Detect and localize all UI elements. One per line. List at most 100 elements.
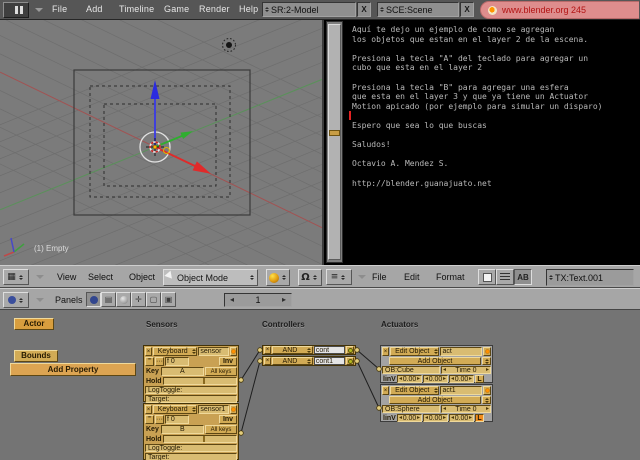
all-keys-button[interactable]: All keys: [205, 425, 237, 434]
menu-text-format[interactable]: Format: [436, 272, 465, 282]
step-up-icon[interactable]: ▸: [469, 376, 472, 382]
linv-x-field[interactable]: ◂ 0.00 ▸: [397, 375, 422, 383]
collapse-sensor-button[interactable]: [230, 405, 237, 414]
sensor-type-dropdown[interactable]: Keyboard: [153, 405, 198, 414]
collapse-sensor-button[interactable]: [230, 347, 237, 356]
menu-text-file[interactable]: File: [372, 272, 387, 282]
sensor-name-field[interactable]: sensor1: [198, 405, 229, 414]
delete-controller-button[interactable]: ×: [264, 357, 271, 365]
sensor-out-socket[interactable]: [238, 377, 244, 383]
menu-object[interactable]: Object: [129, 272, 155, 282]
mode-dropdown-button[interactable]: [482, 357, 491, 365]
menu-help[interactable]: Help: [239, 4, 258, 14]
pulse-true-button[interactable]: ''': [145, 357, 154, 366]
linv-y-field[interactable]: ◂ 0.00 ▸: [423, 414, 448, 422]
collapse-actuator-button[interactable]: [483, 347, 491, 356]
frame-next-icon[interactable]: ▸: [282, 296, 286, 304]
edit-object-mode-dropdown[interactable]: Add Object: [389, 357, 481, 365]
step-up-icon[interactable]: ▸: [469, 415, 472, 421]
menu-view[interactable]: View: [57, 272, 76, 282]
sensor-name-field[interactable]: sensor: [198, 347, 229, 356]
panel-tab-scene[interactable]: ▣: [161, 292, 176, 307]
key-field[interactable]: A: [160, 367, 204, 376]
window-type-button-3d[interactable]: ▦: [3, 269, 29, 285]
mode-selector[interactable]: Object Mode: [163, 269, 258, 286]
text-datablock-selector[interactable]: TX:Text.001: [546, 269, 634, 286]
hold-field[interactable]: [163, 377, 237, 385]
actuator-type-dropdown[interactable]: Edit Object: [390, 347, 440, 356]
menu-timeline[interactable]: Timeline: [119, 4, 154, 14]
step-down-icon[interactable]: ◂: [399, 415, 402, 421]
panel-tab-object[interactable]: ✛: [131, 292, 146, 307]
menu-select[interactable]: Select: [88, 272, 113, 282]
step-down-icon[interactable]: ◂: [451, 376, 454, 382]
scene-selector[interactable]: SCE:Scene: [377, 2, 459, 17]
target-field[interactable]: Target:: [145, 395, 237, 403]
linv-x-field[interactable]: ◂ 0.00 ▸: [397, 414, 422, 422]
panel-tab-editing[interactable]: ▢: [146, 292, 161, 307]
controller-name-field[interactable]: cont1: [313, 357, 345, 365]
panel-tab-logic[interactable]: [86, 292, 101, 307]
controller-state-button[interactable]: [346, 357, 354, 365]
time-field[interactable]: ◂ Time 0 ▸: [441, 366, 491, 374]
syntax-highlight-toggle[interactable]: AB: [514, 269, 532, 285]
step-down-icon[interactable]: ◂: [451, 415, 454, 421]
controller-state-button[interactable]: [346, 346, 354, 354]
text-editor[interactable]: Aquí te dejo un ejemplo de como se agreg…: [322, 20, 640, 265]
controller-name-field[interactable]: cont: [313, 346, 345, 354]
frame-stepper[interactable]: ◂ 1 ▸: [224, 293, 292, 307]
draw-mode-selector[interactable]: [266, 269, 290, 286]
linv-y-field[interactable]: ◂ 0.00 ▸: [423, 375, 448, 383]
delete-sensor-button[interactable]: ×: [145, 405, 152, 414]
pulse-false-button[interactable]: ···: [155, 357, 164, 366]
screen-selector[interactable]: SR:2-Model: [262, 2, 356, 17]
fullscreen-toggle[interactable]: [478, 269, 496, 285]
menu-text-edit[interactable]: Edit: [404, 272, 420, 282]
header-collapse-icon[interactable]: [35, 8, 43, 12]
linv-z-field[interactable]: ◂ 0.00 ▸: [449, 375, 474, 383]
hold-field[interactable]: [163, 435, 237, 443]
menu-game[interactable]: Game: [164, 4, 189, 14]
step-up-icon[interactable]: ▸: [486, 406, 489, 412]
actuator-name-field[interactable]: act: [440, 347, 482, 356]
object-field[interactable]: OB:Sphere: [382, 405, 440, 413]
step-down-icon[interactable]: ◂: [443, 367, 446, 373]
logtoggle-field[interactable]: LogToggle:: [145, 386, 237, 394]
viewport-3d[interactable]: (1) Empty: [0, 20, 322, 265]
delete-actuator-button[interactable]: ×: [382, 347, 389, 356]
frequency-field[interactable]: f 0: [165, 357, 189, 366]
invert-button[interactable]: Inv: [219, 357, 237, 366]
sensor-out-socket[interactable]: [238, 430, 244, 436]
step-up-icon[interactable]: ▸: [417, 415, 420, 421]
frame-prev-icon[interactable]: ◂: [230, 296, 234, 304]
sensor-type-dropdown[interactable]: Keyboard: [153, 347, 198, 356]
step-up-icon[interactable]: ▸: [417, 376, 420, 382]
actuator-type-dropdown[interactable]: Edit Object: [390, 386, 440, 395]
step-up-icon[interactable]: ▸: [486, 367, 489, 373]
collapse-actuator-button[interactable]: [483, 386, 491, 395]
lamp-object[interactable]: [221, 37, 237, 53]
step-down-icon[interactable]: ◂: [399, 376, 402, 382]
menu-render[interactable]: Render: [199, 4, 230, 14]
panel-tab-script[interactable]: ▤: [101, 292, 116, 307]
scene-close-button[interactable]: X: [460, 2, 474, 17]
step-up-icon[interactable]: ▸: [443, 376, 446, 382]
key-field[interactable]: B: [160, 425, 204, 434]
header-menu-collapse-icon[interactable]: [358, 275, 366, 279]
local-toggle-button[interactable]: L: [475, 414, 484, 422]
actor-button[interactable]: Actor: [14, 318, 54, 330]
text-content[interactable]: Aquí te dejo un ejemplo de como se agreg…: [349, 25, 638, 188]
step-up-icon[interactable]: ▸: [443, 415, 446, 421]
logtoggle-field[interactable]: LogToggle:: [145, 444, 237, 452]
linv-z-field[interactable]: ◂ 0.00 ▸: [449, 414, 474, 422]
edit-object-mode-dropdown[interactable]: Add Object: [389, 396, 481, 404]
menu-file[interactable]: File: [52, 4, 67, 14]
text-scrollbar[interactable]: [326, 21, 343, 263]
bounds-button[interactable]: Bounds: [14, 350, 58, 362]
step-down-icon[interactable]: ◂: [425, 415, 428, 421]
mode-dropdown-button[interactable]: [482, 396, 491, 404]
controller-type-dropdown[interactable]: AND: [272, 346, 313, 354]
window-type-button-text[interactable]: ≡: [326, 269, 352, 285]
screen-close-button[interactable]: X: [357, 2, 371, 17]
header-menu-collapse-icon[interactable]: [36, 275, 44, 279]
